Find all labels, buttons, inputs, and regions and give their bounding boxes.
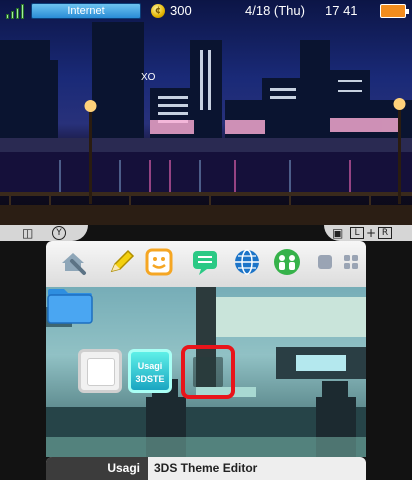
miiverse-icon[interactable]: [272, 247, 302, 277]
notes-pencil-icon[interactable]: [106, 247, 136, 277]
friends-face-icon[interactable]: [144, 247, 174, 277]
signal-strength-icon: [6, 3, 28, 19]
usagi-tile-line1: Usagi: [137, 361, 163, 371]
bottom-screen: ◫ Y ▣ L + R Usagi 3DSTE Usagi 3DS Theme …: [0, 225, 412, 480]
home-screen-area: Usagi 3DSTE ❯: [46, 287, 366, 457]
usagi-tile-line2: 3DSTE: [135, 374, 165, 384]
connection-status: Internet: [31, 3, 141, 19]
wallpaper-sign: XO: [141, 72, 156, 83]
time-display: 17 41: [325, 3, 358, 18]
camera-y-shortcut[interactable]: ◫ Y: [0, 225, 88, 241]
city-night-wallpaper: XO: [0, 22, 412, 225]
status-bar: Internet ¢ 300 4/18 (Thu) 17 41: [0, 0, 412, 22]
usagi-3dste-app-tile[interactable]: Usagi 3DSTE: [128, 349, 172, 393]
camera-swap-icon: ◫: [22, 226, 34, 240]
internet-browser-icon[interactable]: [232, 247, 262, 277]
date-display: 4/18 (Thu): [245, 3, 305, 18]
app-name-label: Usagi: [46, 457, 148, 480]
layout-view-icon[interactable]: [316, 253, 334, 271]
selected-app-title-bar: Usagi 3DS Theme Editor: [46, 457, 366, 480]
folder-icon[interactable]: [46, 287, 94, 325]
selected-app-cursor[interactable]: [181, 345, 235, 399]
app-title-label: 3DS Theme Editor: [154, 461, 258, 475]
play-coin-count: 300: [170, 3, 192, 18]
plus-icon: +: [366, 226, 377, 240]
notifications-icon[interactable]: [190, 247, 220, 277]
coin-icon: ¢: [151, 4, 165, 18]
r-button-icon: R: [378, 227, 392, 239]
grid-view-icon[interactable]: [342, 253, 360, 271]
top-screen: XO Internet ¢ 300 4/18 (Thu) 17 41: [0, 0, 412, 225]
camera-icon: ▣: [332, 226, 344, 240]
l-button-icon: L: [350, 227, 364, 239]
battery-icon: [380, 4, 409, 18]
screenshot-l-r-shortcut[interactable]: ▣ L + R: [324, 225, 412, 241]
empty-app-slot[interactable]: [78, 349, 122, 393]
home-menu-bar: [46, 241, 366, 287]
settings-wrench-icon[interactable]: [58, 247, 88, 277]
y-button-icon: Y: [52, 226, 66, 240]
